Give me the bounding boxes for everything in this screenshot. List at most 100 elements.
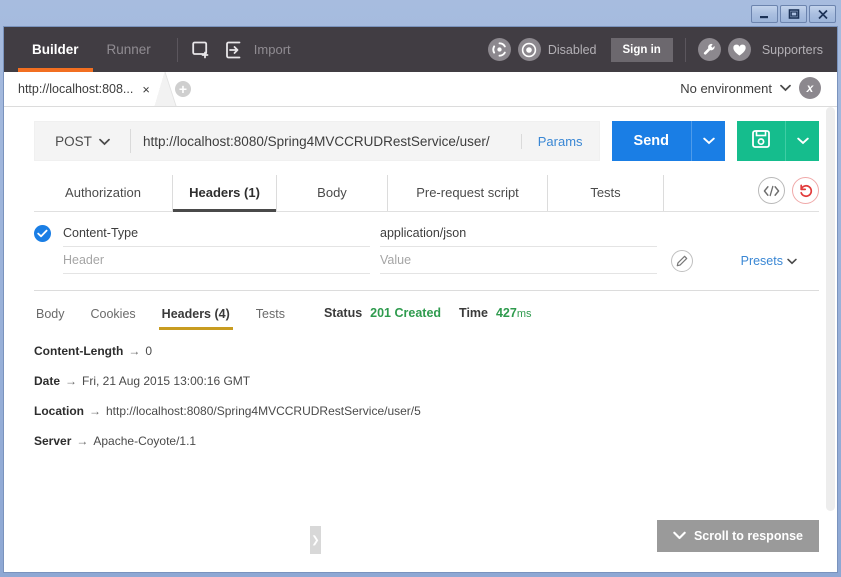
response-tab-cookies[interactable]: Cookies [78, 304, 149, 330]
reset-undo-icon[interactable] [792, 177, 819, 204]
response-tab-tests-label: Tests [256, 307, 285, 321]
environment-quick-look-icon[interactable]: x [799, 77, 821, 99]
response-header-value: Fri, 21 Aug 2015 13:00:16 GMT [82, 374, 250, 388]
environment-zone: No environment x [680, 77, 837, 106]
nav-tab-runner-label: Runner [107, 42, 151, 57]
url-input[interactable] [131, 134, 521, 149]
request-tab[interactable]: http://localhost:808... × [4, 72, 160, 106]
header-key-value[interactable]: Content-Type [63, 220, 370, 247]
maximize-button[interactable] [780, 5, 807, 23]
response-header-value: Apache-Coyote/1.1 [93, 434, 196, 448]
scroll-to-response-label: Scroll to response [694, 529, 803, 543]
chevron-down-icon[interactable] [780, 79, 791, 97]
postman-window: Builder Runner Import [3, 26, 838, 573]
tab-headers[interactable]: Headers (1) [173, 175, 277, 211]
list-item: Date → Fri, 21 Aug 2015 13:00:16 GMT [34, 374, 819, 388]
tab-body[interactable]: Body [277, 175, 388, 211]
header-value-value[interactable]: application/json [380, 220, 657, 247]
save-options-caret[interactable] [785, 121, 819, 161]
add-tab-button[interactable]: + [175, 81, 191, 97]
sign-in-button[interactable]: Sign in [611, 38, 673, 62]
new-window-icon[interactable] [190, 37, 216, 63]
request-builder: POST Params Send [4, 107, 837, 291]
response-section: Body Cookies Headers (4) Tests Status 20… [4, 291, 837, 448]
tab-body-label: Body [317, 185, 347, 200]
tab-pre-request-script[interactable]: Pre-request script [388, 175, 548, 211]
save-button-group [737, 121, 819, 161]
response-tab-headers[interactable]: Headers (4) [149, 304, 243, 330]
time-unit: ms [517, 308, 532, 320]
nav-tab-runner[interactable]: Runner [93, 27, 165, 72]
nav-divider [177, 38, 178, 62]
status-badge: 201 Created [370, 306, 441, 320]
wrench-icon[interactable] [698, 38, 721, 61]
params-button[interactable]: Params [521, 134, 599, 149]
environment-quick-look-label: x [807, 81, 814, 95]
request-tab-icons [758, 177, 819, 209]
send-label: Send [634, 133, 669, 149]
table-row: Header Value Presets [34, 247, 819, 274]
header-value-input[interactable]: Value [380, 247, 657, 274]
tab-headers-label: Headers (1) [189, 185, 260, 200]
time-label: Time [459, 306, 488, 320]
chevron-down-icon [787, 254, 797, 268]
window-controls [749, 3, 836, 23]
params-label: Params [538, 134, 583, 149]
minimize-button[interactable] [751, 5, 778, 23]
heart-icon[interactable] [728, 38, 751, 61]
import-arrow-icon[interactable] [222, 37, 248, 63]
chevron-down-icon [99, 134, 110, 149]
table-row: Content-Type application/json [34, 220, 819, 247]
arrow-icon: → [65, 374, 77, 388]
response-tabs: Body Cookies Headers (4) Tests [34, 304, 298, 330]
pane-drag-handle[interactable]: ❯ [310, 526, 321, 554]
tab-authorization[interactable]: Authorization [34, 175, 173, 211]
close-button[interactable] [809, 5, 836, 23]
list-item: Location→http://localhost:8080/Spring4MV… [34, 404, 819, 418]
import-label[interactable]: Import [254, 42, 291, 57]
request-tab-strip: http://localhost:808... × + No environme… [4, 72, 837, 107]
response-header-name: Date [34, 374, 60, 388]
nav-tab-builder[interactable]: Builder [18, 27, 93, 72]
scrollbar-thumb[interactable] [826, 107, 835, 511]
chevron-right-icon: ❯ [311, 535, 319, 546]
code-brackets-icon[interactable] [758, 177, 785, 204]
url-box: POST Params [34, 121, 600, 161]
arrow-icon: → [128, 344, 140, 358]
response-tab-body-label: Body [36, 307, 65, 321]
arrow-icon: → [76, 434, 88, 448]
response-tab-headers-label: Headers (4) [162, 307, 230, 321]
response-tab-body[interactable]: Body [34, 304, 78, 330]
presets-label: Presets [741, 254, 783, 268]
application-window: Builder Runner Import [0, 0, 841, 577]
response-header-name: Server [34, 434, 71, 448]
send-options-caret[interactable] [691, 121, 725, 161]
tab-tests[interactable]: Tests [548, 175, 664, 211]
tab-authorization-label: Authorization [65, 185, 141, 200]
interceptor-icon[interactable] [518, 38, 541, 61]
header-key-input[interactable]: Header [63, 247, 370, 274]
send-button[interactable]: Send [612, 121, 691, 161]
response-header-value: 0 [145, 344, 152, 358]
save-button[interactable] [737, 121, 785, 161]
supporters-label[interactable]: Supporters [762, 43, 823, 57]
pencil-icon[interactable] [671, 250, 693, 272]
scroll-to-response-button[interactable]: Scroll to response [657, 520, 819, 552]
method-selector[interactable]: POST [35, 129, 131, 153]
request-section-tabs: Authorization Headers (1) Body Pre-reque… [34, 175, 819, 212]
environment-selector[interactable]: No environment [680, 81, 772, 96]
sign-in-label: Sign in [623, 44, 661, 56]
response-tab-tests[interactable]: Tests [243, 304, 298, 330]
nav-right-divider [685, 38, 686, 62]
arrow-icon: → [89, 404, 101, 418]
tab-tests-label: Tests [590, 185, 620, 200]
vertical-scrollbar[interactable] [826, 107, 835, 555]
section-divider [34, 290, 819, 291]
presets-button[interactable]: Presets [741, 254, 819, 268]
sync-icon[interactable] [488, 38, 511, 61]
header-enabled-checkbox[interactable] [34, 225, 51, 242]
request-tab-title: http://localhost:808... [18, 82, 133, 96]
response-header-name: Content-Length [34, 344, 123, 358]
response-tab-cookies-label: Cookies [91, 307, 136, 321]
response-headers-list: Content-Length → 0 Date → Fri, 21 Aug 2015 1… [34, 344, 819, 448]
